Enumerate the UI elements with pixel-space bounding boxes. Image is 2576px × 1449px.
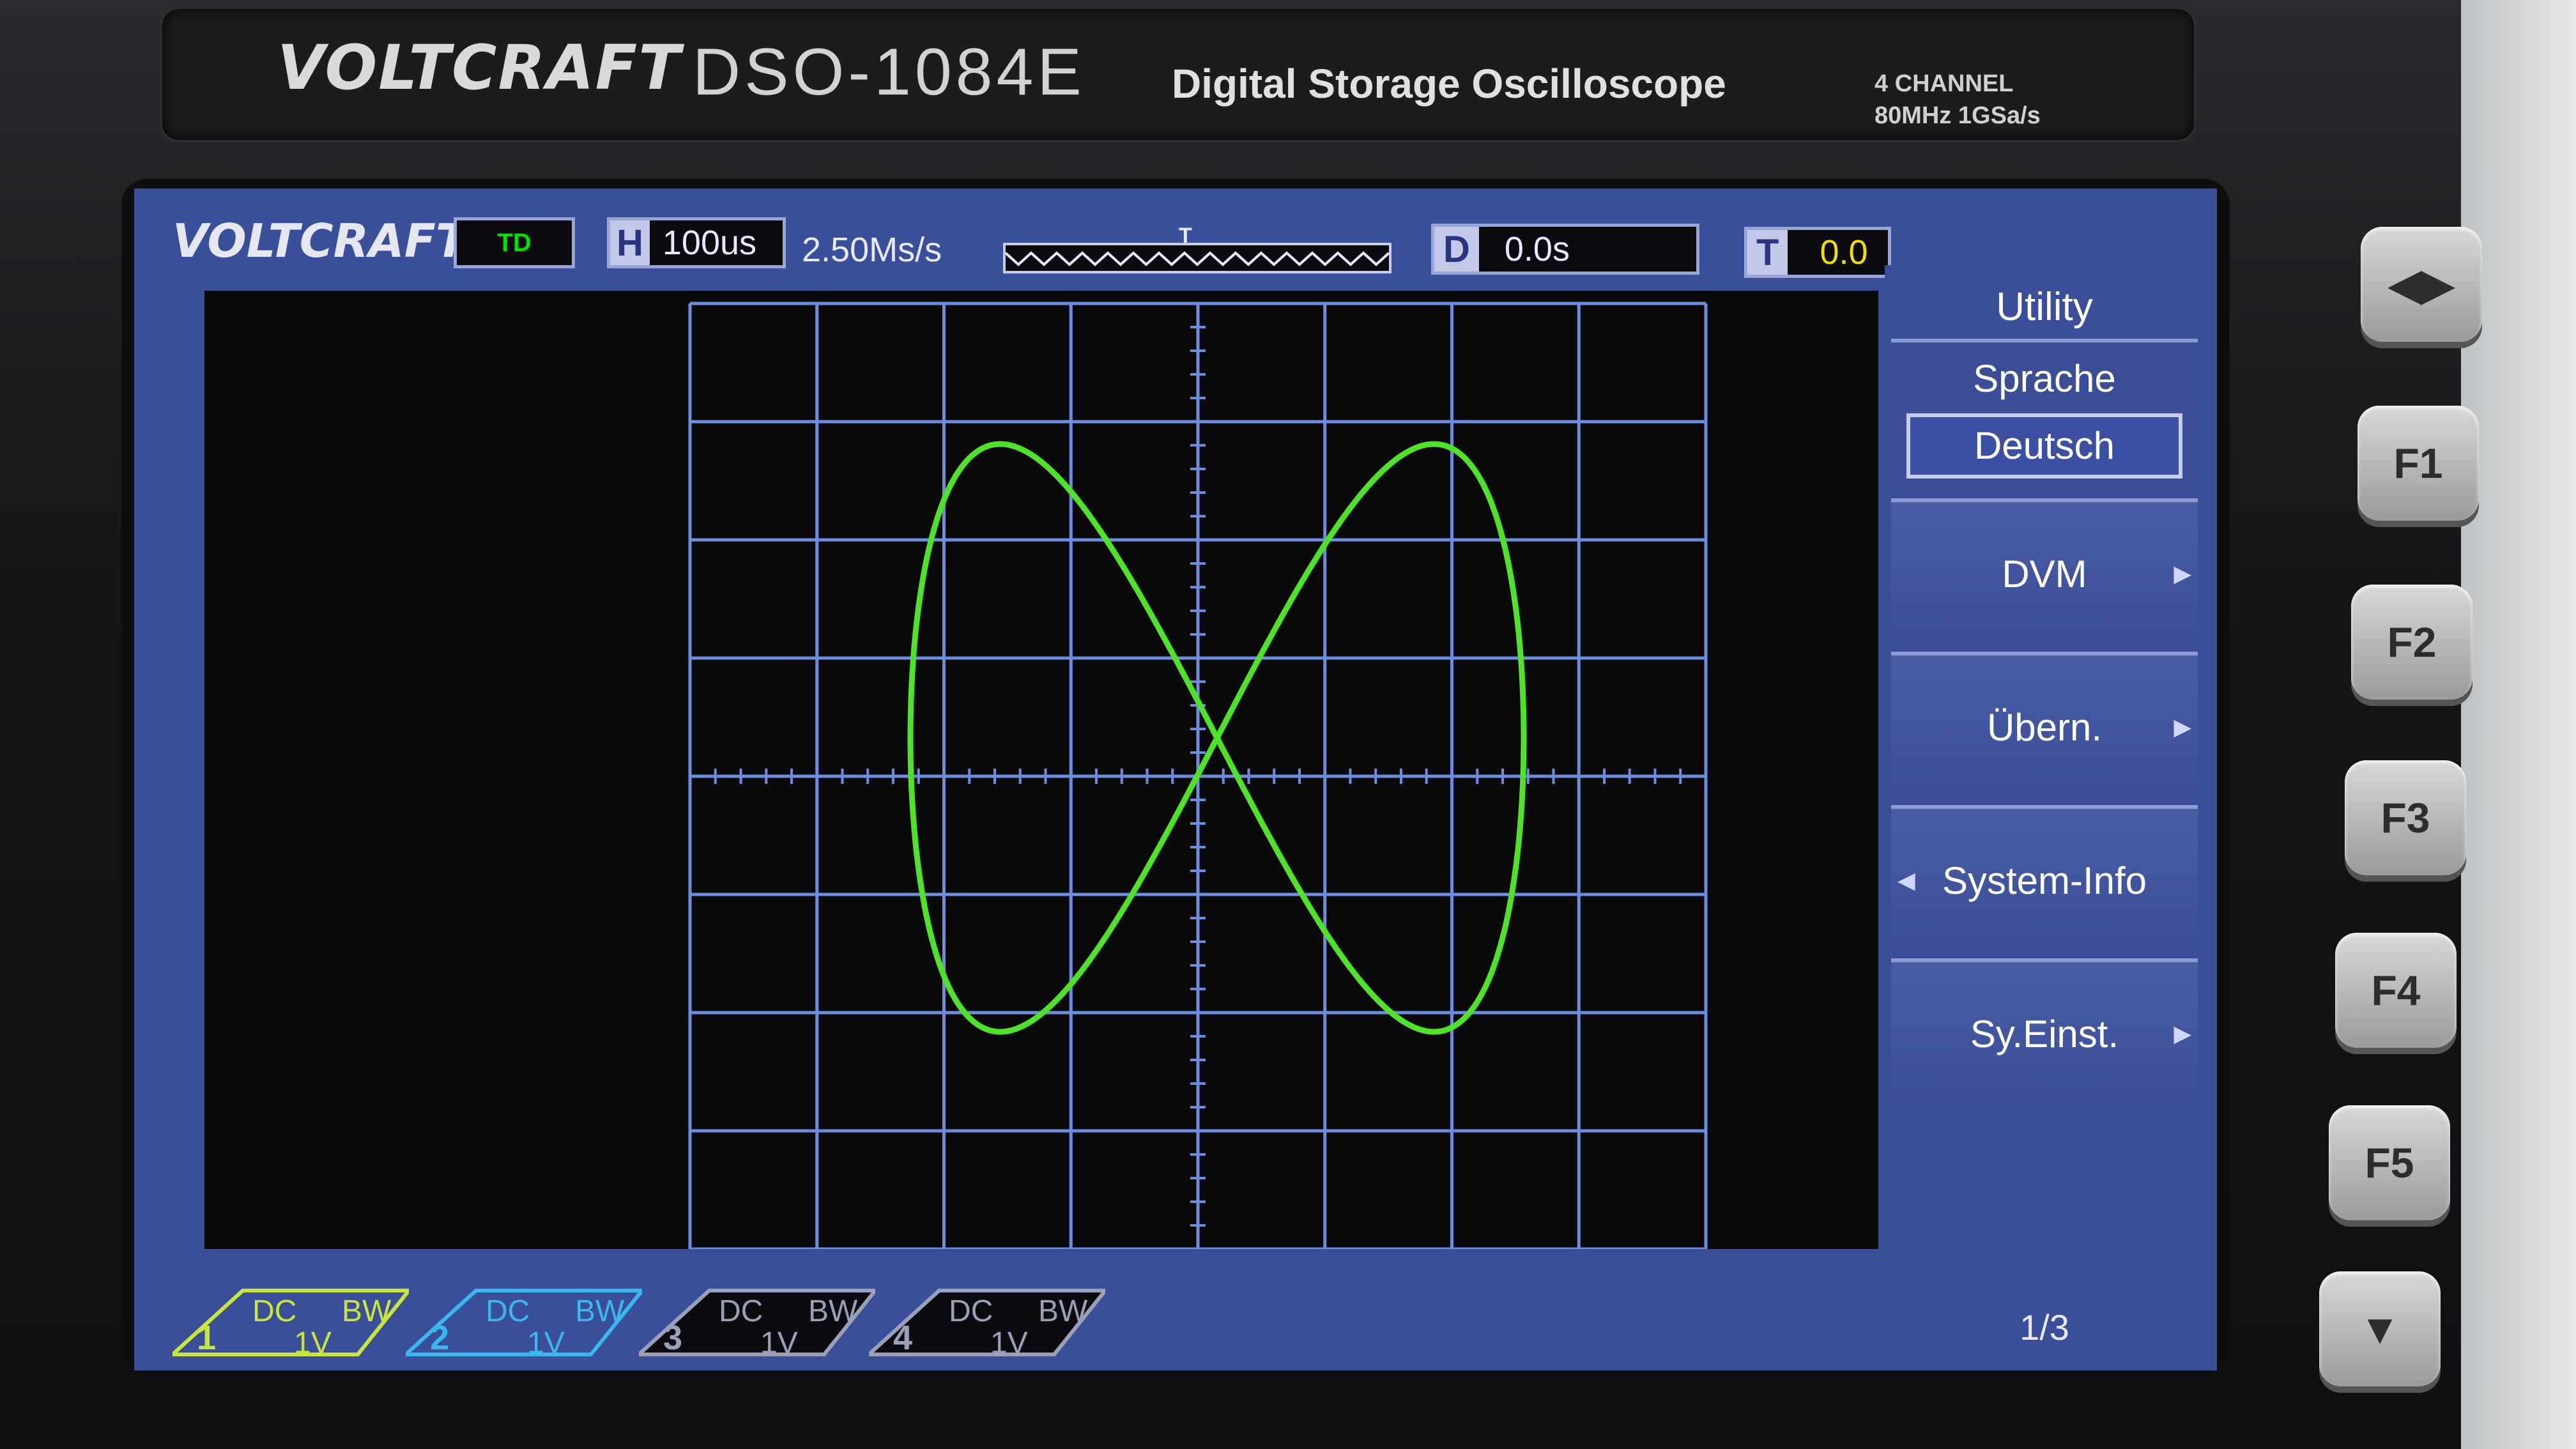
- menu-item-uebern[interactable]: Übern. ▶: [1891, 652, 2198, 799]
- trigger-position-marker: T: [1179, 224, 1192, 248]
- submenu-arrow-icon: ▶: [2174, 1020, 2191, 1046]
- channel-4-indicator[interactable]: 4 DC BW 1V: [869, 1287, 1105, 1360]
- f4-button[interactable]: F4: [2335, 933, 2457, 1048]
- channel-bw-limit: BW: [342, 1294, 392, 1328]
- f1-button[interactable]: F1: [2358, 406, 2479, 521]
- menu-toggle-button[interactable]: ◀▶: [2361, 227, 2482, 342]
- submenu-arrow-icon: ▶: [2174, 560, 2191, 586]
- down-arrow-icon: ▼: [2359, 1305, 2401, 1353]
- trigger-level-label: T: [1747, 230, 1788, 275]
- sample-rate: 2.50Ms/s: [802, 231, 942, 269]
- device-side-panel: [2461, 0, 2576, 1449]
- channel-bw-limit: BW: [575, 1294, 625, 1328]
- channel-scale: 1V: [990, 1326, 1028, 1360]
- back-arrow-icon: ◀: [1897, 867, 1915, 893]
- channel-status-bar: 1 DC BW 1V 2 DC BW 1V 3 DC BW 1V 4 DC BW…: [134, 1255, 1885, 1370]
- utility-menu: Utility Sprache Deutsch DVM ▶ Übern. ▶ ◀…: [1885, 265, 2204, 1370]
- menu-item-value: Deutsch: [1906, 413, 2182, 479]
- menu-item-label: Übern.: [1986, 705, 2103, 749]
- screen-logo: VOLTCRAFT.: [172, 214, 477, 268]
- channel-scale: 1V: [294, 1326, 332, 1360]
- spec-channels: 4 CHANNEL: [1874, 70, 2014, 97]
- menu-item-dvm[interactable]: DVM ▶: [1891, 498, 2198, 645]
- menu-title: Utility: [1996, 285, 2093, 329]
- channel-number: 1: [197, 1319, 217, 1357]
- timebase-value: 100us: [662, 224, 757, 262]
- channel-coupling: DC: [486, 1294, 530, 1328]
- channel-2-indicator[interactable]: 2 DC BW 1V: [406, 1287, 642, 1360]
- model-name: DSO-1084E: [693, 35, 1085, 109]
- xy-lissajous-trace: [907, 441, 1527, 1035]
- scope-grid-and-trace: [688, 302, 1708, 1249]
- channel-bw-limit: BW: [1038, 1294, 1088, 1328]
- submenu-arrow-icon: ▶: [2174, 714, 2191, 740]
- lcd-screen: VOLTCRAFT. TD H 100us 2.50Ms/s T D 0.0s …: [134, 188, 2217, 1370]
- f5-button[interactable]: F5: [2329, 1105, 2450, 1220]
- menu-item-label: Sy.Einst.: [1970, 1012, 2119, 1055]
- menu-page-indicator: 1/3: [2020, 1307, 2069, 1347]
- channel-1-indicator[interactable]: 1 DC BW 1V: [172, 1287, 409, 1360]
- menu-down-button[interactable]: ▼: [2319, 1271, 2441, 1386]
- timebase-box: H 100us: [607, 217, 786, 268]
- device-description: Digital Storage Oscilloscope: [1172, 61, 1726, 107]
- menu-item-system-info[interactable]: ◀ System-Info: [1891, 805, 2198, 952]
- trigger-level-value: 0.0: [1820, 233, 1868, 272]
- channel-number: 2: [430, 1319, 450, 1357]
- channel-scale: 1V: [527, 1326, 565, 1360]
- channel-3-indicator[interactable]: 3 DC BW 1V: [639, 1287, 875, 1360]
- menu-toggle-icon: ◀▶: [2389, 260, 2454, 308]
- spec-bandwidth: 80MHz 1GSa/s: [1874, 102, 2041, 129]
- delay-value: 0.0s: [1504, 230, 1570, 268]
- channel-number: 4: [893, 1319, 913, 1357]
- trigger-state-badge: TD: [454, 217, 575, 268]
- menu-item-label: System-Info: [1942, 859, 2147, 902]
- f3-button[interactable]: F3: [2345, 760, 2466, 875]
- delay-label: D: [1434, 227, 1479, 272]
- channel-number: 3: [663, 1319, 683, 1357]
- device-label-strip: VOLTCRAFT DSO-1084E Digital Storage Osci…: [160, 6, 2196, 142]
- memory-depth-bar: [1003, 243, 1392, 273]
- channel-scale: 1V: [760, 1326, 798, 1360]
- channel-coupling: DC: [949, 1294, 993, 1328]
- menu-item-label: Sprache: [1973, 356, 2116, 400]
- f2-button[interactable]: F2: [2351, 585, 2472, 700]
- menu-item-label: DVM: [2002, 552, 2087, 595]
- memory-wave-icon: [1004, 251, 1390, 266]
- channel-coupling: DC: [252, 1294, 297, 1328]
- channel-bw-limit: BW: [808, 1294, 858, 1328]
- menu-item-sprache[interactable]: Sprache Deutsch: [1891, 339, 2198, 492]
- waveform-display: [204, 291, 1878, 1249]
- menu-item-sy-einst[interactable]: Sy.Einst. ▶: [1891, 958, 2198, 1105]
- channel-coupling: DC: [719, 1294, 763, 1328]
- brand-name: VOLTCRAFT: [277, 32, 682, 103]
- timebase-label: H: [610, 220, 650, 265]
- delay-box: D 0.0s: [1431, 224, 1699, 275]
- trigger-level-box: T 0.0: [1744, 227, 1891, 278]
